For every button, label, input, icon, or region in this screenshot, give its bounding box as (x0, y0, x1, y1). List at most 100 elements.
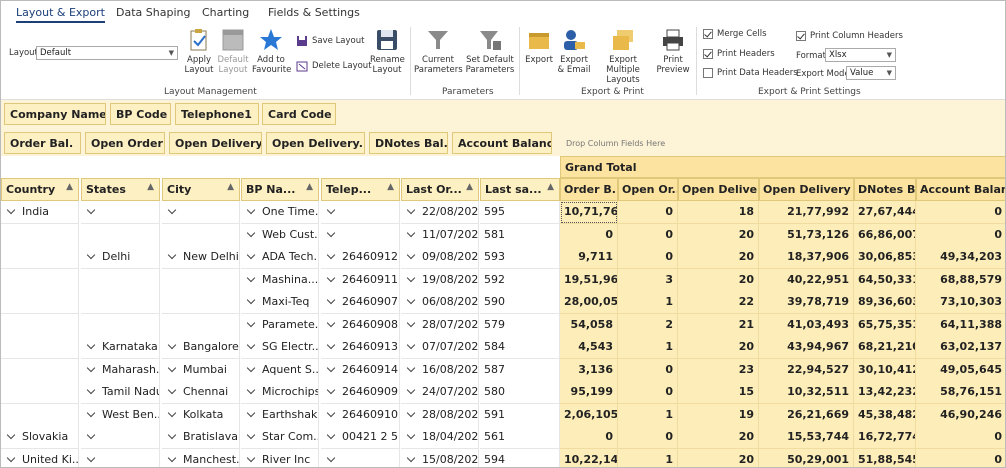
value-open-delivery[interactable]: 18 (678, 201, 759, 224)
value-account-balance[interactable]: 0 (916, 448, 1005, 467)
layout-select[interactable]: Default ▼ (36, 46, 178, 60)
value-open-delivery-bal[interactable]: 43,94,967 (759, 336, 854, 359)
value-open-delivery[interactable]: 23 (678, 358, 759, 382)
value-open-delivery-bal[interactable]: 21,77,992 (759, 201, 854, 224)
delete-layout-button[interactable]: Delete Layout (296, 60, 372, 72)
value-account-balance[interactable]: 0 (916, 223, 1005, 247)
print-data-headers-checkbox[interactable]: Print Data Headers (703, 68, 798, 78)
export-email-button[interactable]: Export & Email (557, 28, 591, 75)
value-open-order[interactable]: 0 (618, 246, 678, 269)
value-open-delivery[interactable]: 15 (678, 381, 759, 404)
chevron-down-icon[interactable] (406, 363, 416, 372)
value-header-dnotes-bal[interactable]: DNotes B... (854, 178, 916, 201)
value-account-balance[interactable]: 0 (916, 201, 1005, 224)
sort-ascending-icon[interactable]: ▲ (227, 182, 234, 192)
value-open-delivery-bal[interactable]: 26,21,669 (759, 403, 854, 427)
value-open-order[interactable]: 0 (618, 358, 678, 382)
add-favourite-button[interactable]: Add to Favourite (252, 28, 291, 75)
rename-layout-button[interactable]: Rename Layout (370, 28, 405, 75)
tab-data-shaping[interactable]: Data Shaping (116, 6, 190, 19)
value-open-order[interactable]: 0 (618, 201, 678, 224)
value-dnotes-bal[interactable]: 65,75,351 (854, 313, 916, 337)
chevron-down-icon[interactable] (326, 363, 336, 372)
export-button[interactable]: Export (524, 28, 554, 65)
chevron-down-icon[interactable] (86, 453, 96, 462)
value-dnotes-bal[interactable]: 64,50,331 (854, 268, 916, 292)
export-mode-select[interactable]: Value ▼ (846, 66, 896, 80)
chevron-down-icon[interactable] (167, 340, 177, 350)
chevron-down-icon[interactable] (406, 295, 416, 305)
value-header-account-balance[interactable]: Account Balan... (916, 178, 1005, 201)
chevron-down-icon[interactable] (167, 250, 177, 260)
merge-cells-checkbox[interactable]: Merge Cells (703, 29, 767, 39)
filter-field-bp-code[interactable]: BP Code (110, 103, 171, 125)
value-open-delivery[interactable]: 21 (678, 313, 759, 337)
value-open-delivery-bal[interactable]: 41,03,493 (759, 313, 854, 337)
chevron-down-icon[interactable] (406, 250, 416, 260)
value-open-delivery-bal[interactable]: 15,53,744 (759, 426, 854, 449)
value-open-delivery-bal[interactable]: 39,78,719 (759, 291, 854, 314)
chevron-down-icon[interactable] (326, 205, 336, 215)
chevron-down-icon[interactable] (326, 295, 336, 305)
data-field-account-balance[interactable]: Account Balance (452, 132, 552, 154)
chevron-down-icon[interactable] (86, 363, 96, 372)
row-header-country[interactable]: Country ▲ (1, 178, 79, 201)
chevron-down-icon[interactable] (326, 453, 336, 462)
value-order-bal[interactable]: 10,22,140 (560, 448, 618, 467)
value-open-delivery[interactable]: 20 (678, 223, 759, 247)
value-dnotes-bal[interactable]: 13,42,232 (854, 381, 916, 404)
value-order-bal[interactable]: 54,058 (560, 313, 618, 337)
chevron-down-icon[interactable] (246, 228, 256, 237)
chevron-down-icon[interactable] (406, 273, 416, 282)
chevron-down-icon[interactable] (406, 318, 416, 327)
chevron-down-icon[interactable] (246, 430, 256, 440)
value-order-bal[interactable]: 3,136 (560, 358, 618, 382)
value-open-order[interactable]: 3 (618, 268, 678, 292)
chevron-down-icon[interactable] (167, 385, 177, 395)
value-dnotes-bal[interactable]: 30,10,412 (854, 358, 916, 382)
tab-fields-settings[interactable]: Fields & Settings (268, 6, 360, 19)
value-open-delivery[interactable]: 20 (678, 336, 759, 359)
value-account-balance[interactable]: 64,11,388 (916, 313, 1005, 337)
sort-ascending-icon[interactable]: ▲ (466, 182, 473, 192)
value-open-delivery[interactable]: 19 (678, 403, 759, 427)
value-dnotes-bal[interactable]: 66,86,007 (854, 223, 916, 247)
chevron-down-icon[interactable] (167, 408, 177, 417)
value-account-balance[interactable]: 0 (916, 426, 1005, 449)
row-header-telephone[interactable]: Telep... ▲ (321, 178, 400, 201)
value-open-order[interactable]: 0 (618, 426, 678, 449)
sort-ascending-icon[interactable]: ▲ (387, 182, 394, 192)
data-field-open-order[interactable]: Open Order (85, 132, 165, 154)
export-multiple-button[interactable]: Export Multiple Layouts (593, 28, 653, 85)
row-header-city[interactable]: City ▲ (162, 178, 240, 201)
value-dnotes-bal[interactable]: 51,88,545 (854, 448, 916, 467)
chevron-down-icon[interactable] (167, 453, 177, 462)
value-open-order[interactable]: 2 (618, 313, 678, 337)
chevron-down-icon[interactable] (86, 205, 96, 215)
value-account-balance[interactable]: 58,76,151 (916, 381, 1005, 404)
chevron-down-icon[interactable] (167, 430, 177, 440)
chevron-down-icon[interactable] (406, 340, 416, 350)
chevron-down-icon[interactable] (326, 273, 336, 282)
value-open-delivery-bal[interactable]: 50,29,001 (759, 448, 854, 467)
chevron-down-icon[interactable] (6, 430, 16, 440)
value-open-delivery-bal[interactable]: 18,37,906 (759, 246, 854, 269)
chevron-down-icon[interactable] (86, 385, 96, 395)
row-header-bp-name[interactable]: BP Na... ▲ (241, 178, 319, 201)
value-account-balance[interactable]: 46,90,246 (916, 403, 1005, 427)
value-order-bal[interactable]: 0 (560, 223, 618, 247)
chevron-down-icon[interactable] (406, 430, 416, 440)
row-header-states[interactable]: States ▲ (81, 178, 160, 201)
sort-ascending-icon[interactable]: ▲ (147, 182, 154, 192)
value-open-order[interactable]: 0 (618, 381, 678, 404)
chevron-down-icon[interactable] (406, 453, 416, 462)
chevron-down-icon[interactable] (246, 385, 256, 395)
chevron-down-icon[interactable] (6, 205, 16, 215)
value-dnotes-bal[interactable]: 27,67,444 (854, 201, 916, 224)
value-order-bal[interactable]: 95,199 (560, 381, 618, 404)
chevron-down-icon[interactable] (246, 273, 256, 282)
value-account-balance[interactable]: 68,88,579 (916, 268, 1005, 292)
value-open-order[interactable]: 1 (618, 403, 678, 427)
value-open-delivery-bal[interactable]: 22,94,527 (759, 358, 854, 382)
chevron-down-icon[interactable] (246, 408, 256, 417)
